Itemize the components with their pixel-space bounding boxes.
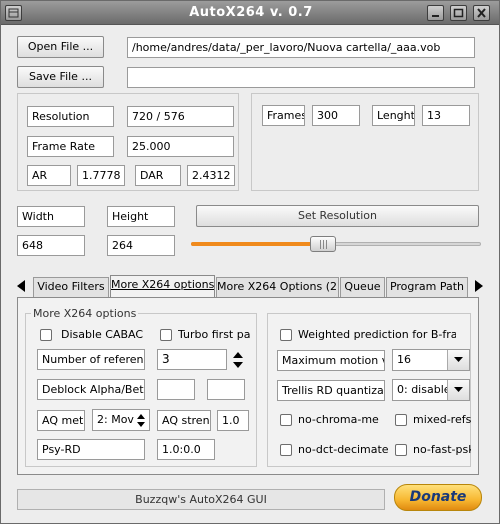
resolution-slider[interactable]	[191, 234, 481, 254]
tab-more-x264-options-2[interactable]: More X264 Options (2)	[216, 277, 339, 297]
tab-queue[interactable]: Queue	[340, 277, 385, 297]
tab-queue-label: Queue	[344, 280, 381, 293]
slider-thumb[interactable]	[310, 236, 336, 252]
max-mv-label: Maximum motion vec	[277, 350, 385, 371]
title-bar[interactable]: AutoX264 v. 0.7	[1, 1, 499, 25]
turbo-first-pass-label: Turbo first pass	[178, 328, 251, 341]
trellis-select[interactable]: 0: disable	[392, 379, 470, 401]
resolution-label: Resolution	[27, 106, 114, 127]
weighted-pred-checkbox[interactable]	[280, 329, 292, 341]
tab-video-filters-label: Video Filters	[37, 280, 105, 293]
open-path-field[interactable]: /home/andres/data/_per_lavoro/Nuova cart…	[127, 37, 475, 58]
deblock-alpha-field[interactable]	[157, 379, 195, 400]
minimize-icon	[432, 15, 439, 17]
disable-cabac-checkbox[interactable]	[40, 329, 52, 341]
aq-strength-label: AQ streng	[157, 410, 211, 431]
dar-field[interactable]: 2.4312	[187, 165, 235, 186]
save-path-field[interactable]	[127, 67, 475, 88]
aq-strength-field[interactable]: 1.0	[217, 410, 249, 431]
tab-scroll-left-button[interactable]	[17, 280, 25, 295]
frames-field[interactable]: 300	[312, 105, 360, 126]
no-dct-decimate-checkbox[interactable]	[280, 444, 292, 456]
framerate-label: Frame Rate	[27, 136, 114, 157]
open-file-button[interactable]: Open File ...	[17, 36, 104, 58]
trellis-value: 0: disable	[397, 383, 451, 396]
maximize-icon	[453, 8, 464, 18]
left-arrow-icon	[17, 280, 25, 292]
turbo-first-pass-checkbox[interactable]	[160, 329, 172, 341]
set-resolution-button[interactable]: Set Resolution	[196, 205, 479, 227]
close-button[interactable]	[473, 5, 490, 21]
deblock-beta-field[interactable]	[207, 379, 245, 400]
width-label: Width	[17, 206, 85, 227]
spinner-arrows-icon	[137, 414, 145, 427]
slider-fill	[191, 242, 323, 246]
trellis-label: Trellis RD quantizatio	[277, 380, 385, 401]
num-ref-spinner[interactable]	[232, 350, 244, 370]
spinner-arrows-icon	[233, 352, 243, 368]
chevron-down-icon	[454, 387, 463, 392]
no-fast-pskip-label: no-fast-pskip	[413, 443, 471, 456]
mixed-refs-label: mixed-refs	[413, 413, 472, 426]
frames-label: Frames	[262, 105, 305, 126]
tab-more-x264-options-2-label: More X264 Options (2)	[217, 280, 339, 293]
width-field[interactable]: 648	[17, 235, 85, 256]
tab-more-x264-options-label: More X264 options	[111, 278, 215, 291]
no-dct-decimate-label: no-dct-decimate	[298, 443, 389, 456]
group-title: More X264 options	[31, 307, 139, 320]
tab-program-path-label: Program Path	[389, 280, 465, 293]
no-fast-pskip-checkbox[interactable]	[395, 444, 407, 456]
num-ref-label: Number of reference	[37, 349, 145, 370]
length-label: Lenght	[372, 105, 415, 126]
chevron-down-icon	[454, 357, 463, 362]
aq-method-label: AQ meth	[37, 410, 85, 431]
minimize-button[interactable]	[427, 5, 444, 21]
ar-field[interactable]: 1.7778	[77, 165, 125, 186]
max-mv-value: 16	[397, 353, 411, 366]
resolution-field[interactable]: 720 / 576	[127, 106, 234, 127]
trellis-dropdown-button[interactable]	[447, 380, 469, 400]
height-label: Height	[107, 206, 175, 227]
disable-cabac-label: Disable CABAC	[61, 328, 144, 341]
status-bar: Buzzqw's AutoX264 GUI	[17, 489, 385, 510]
save-file-button[interactable]: Save File ...	[17, 66, 104, 88]
mixed-refs-checkbox[interactable]	[395, 414, 407, 426]
ar-label: AR	[27, 165, 71, 186]
framerate-field[interactable]: 25.000	[127, 136, 234, 157]
no-chroma-me-label: no-chroma-me	[298, 413, 379, 426]
donate-label: Donate	[409, 489, 467, 505]
maximize-button[interactable]	[450, 5, 467, 21]
tab-video-filters[interactable]: Video Filters	[33, 277, 109, 297]
tab-program-path[interactable]: Program Path	[386, 277, 468, 297]
right-arrow-icon	[475, 280, 483, 292]
tab-scroll-right-button[interactable]	[475, 280, 483, 295]
window-title: AutoX264 v. 0.7	[189, 5, 313, 20]
no-chroma-me-checkbox[interactable]	[280, 414, 292, 426]
aq-method-select[interactable]: 2: Mov	[92, 409, 150, 431]
max-mv-select[interactable]: 16	[392, 349, 470, 371]
height-field[interactable]: 264	[107, 235, 175, 256]
max-mv-dropdown-button[interactable]	[447, 350, 469, 370]
num-ref-field[interactable]: 3	[157, 349, 227, 370]
psy-rd-field[interactable]: 1.0:0.0	[157, 439, 215, 460]
app-window: AutoX264 v. 0.7 Open File ... /home/andr…	[0, 0, 500, 524]
dar-label: DAR	[135, 165, 181, 186]
close-icon	[477, 8, 486, 18]
tab-more-x264-options[interactable]: More X264 options	[110, 275, 215, 298]
weighted-pred-label: Weighted prediction for B-frames	[298, 328, 456, 341]
deblock-label: Deblock Alpha/Beta p	[37, 379, 145, 400]
aq-method-value: 2: Mov	[97, 413, 134, 426]
donate-button[interactable]: Donate	[394, 484, 482, 511]
length-field[interactable]: 13	[422, 105, 470, 126]
psy-rd-label: Psy-RD	[37, 439, 145, 460]
